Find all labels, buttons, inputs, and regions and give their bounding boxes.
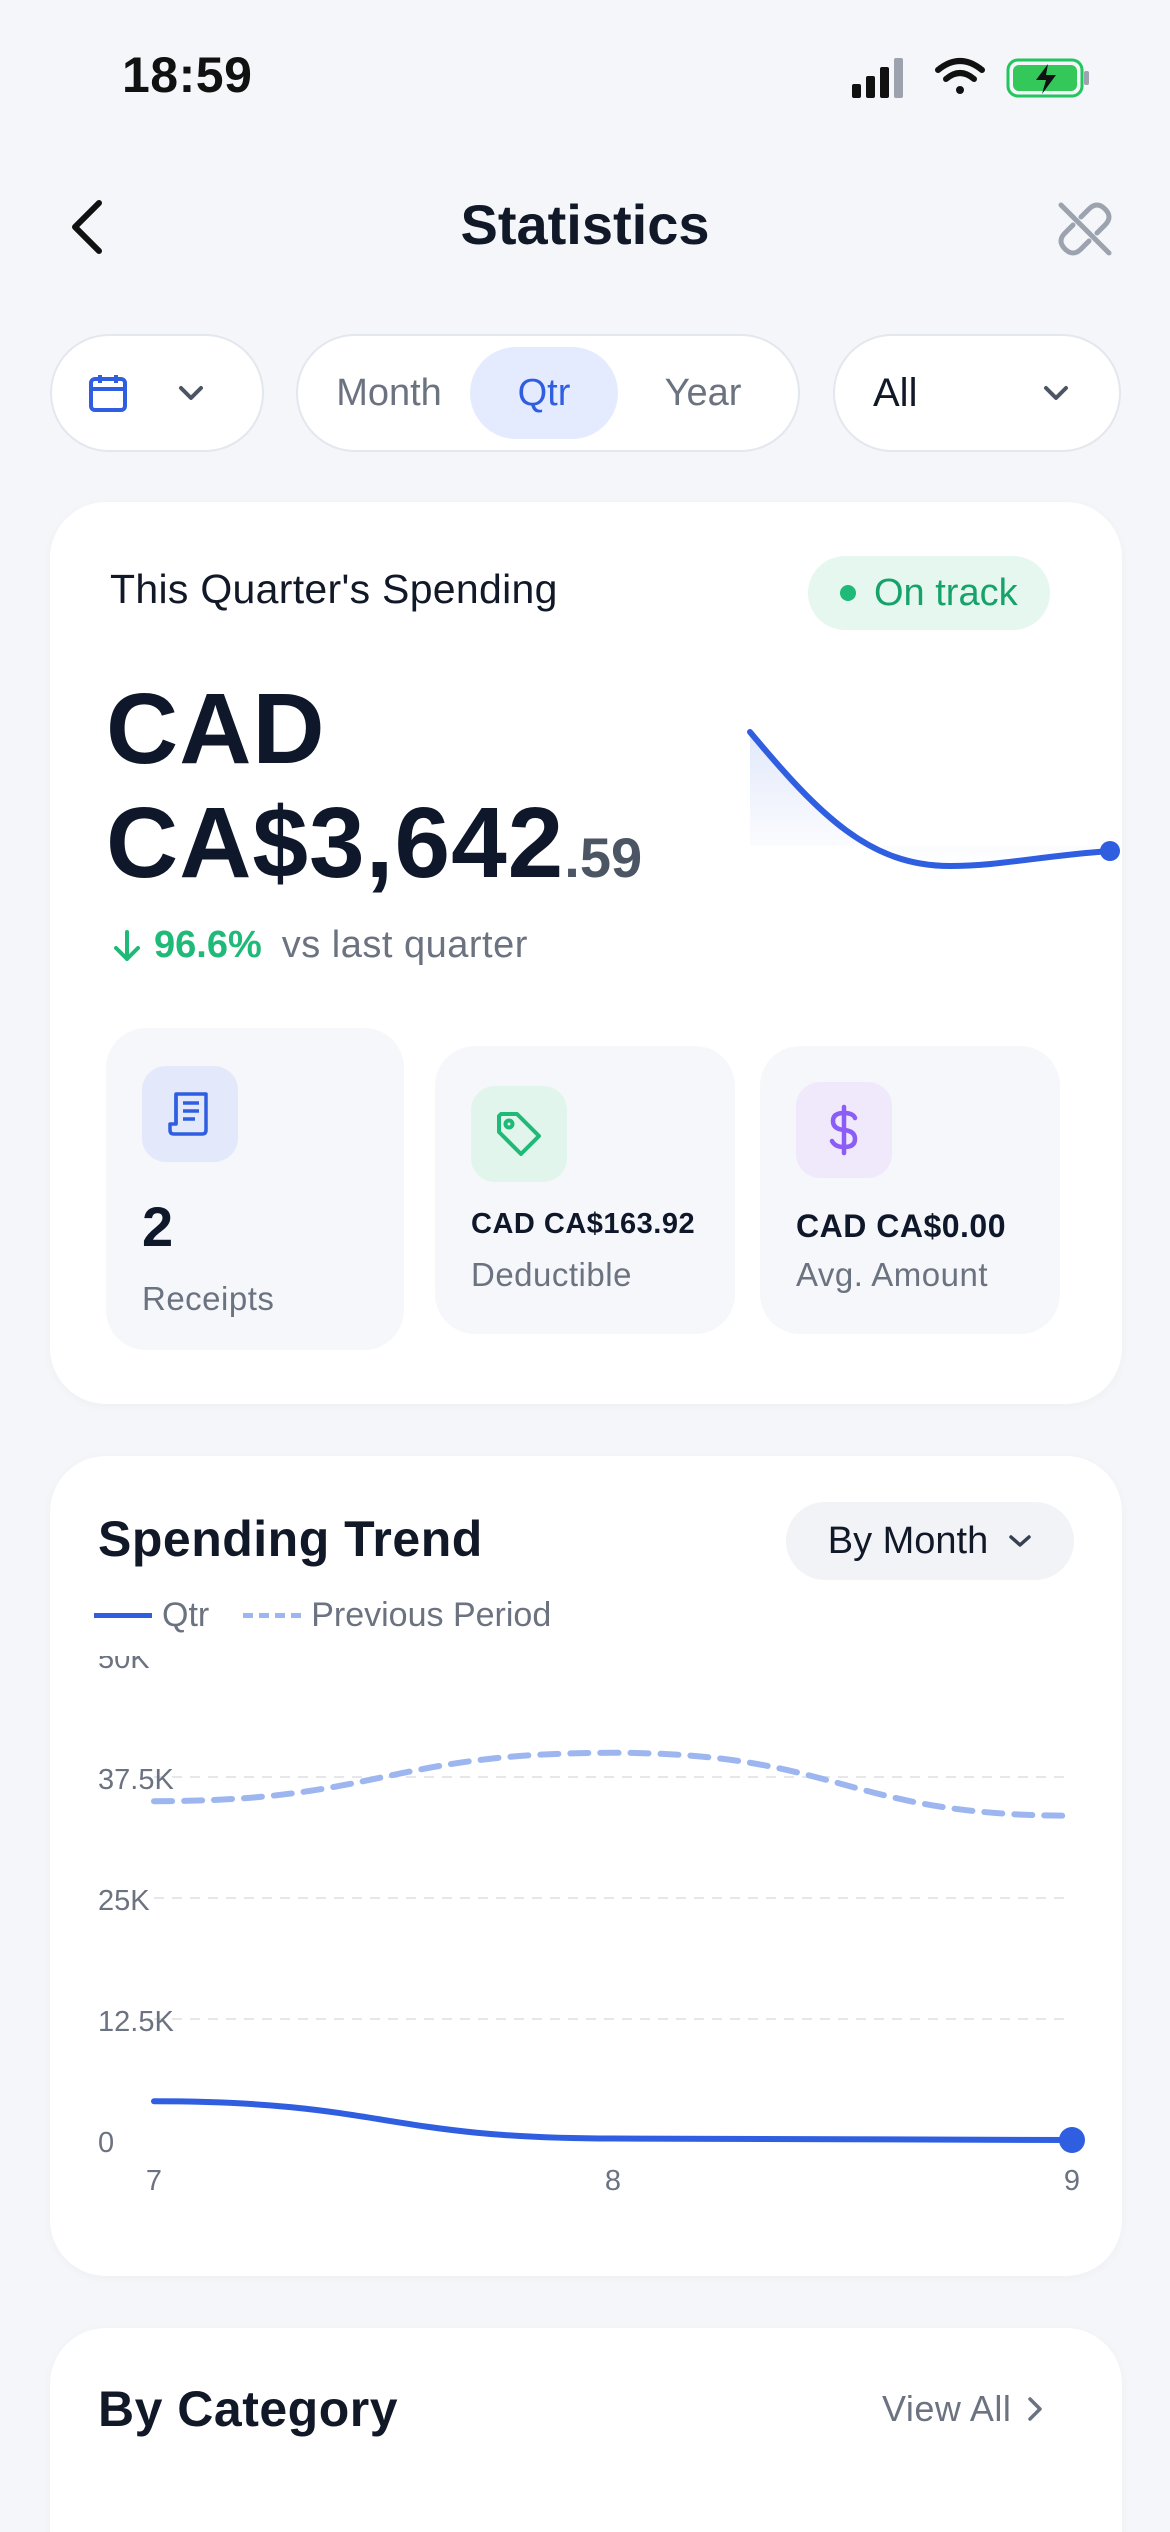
series-current-endpoint [1059, 2127, 1085, 2153]
chevron-down-icon [1009, 1535, 1032, 1547]
y-tick-label: 0 [98, 2127, 114, 2159]
legend-previous-swatch [243, 1613, 302, 1618]
scope-dropdown[interactable]: All [833, 334, 1121, 452]
signal-icon [852, 58, 903, 98]
receipts-label: Receipts [142, 1280, 275, 1317]
status-badge: On track [808, 556, 1050, 630]
x-tick-label: 9 [1064, 2165, 1080, 2197]
scope-value: All [873, 370, 918, 415]
arrow-down-icon [114, 929, 140, 961]
tag-icon [471, 1086, 567, 1182]
view-all-link[interactable]: View All [882, 2388, 1043, 2430]
calendar-icon [89, 375, 127, 412]
y-tick-label: 37.5K [98, 1764, 174, 1796]
change-text: vs last quarter [281, 924, 528, 966]
page-title: Statistics [460, 193, 710, 256]
sparkline [747, 729, 1120, 870]
unlink-icon [1058, 202, 1112, 256]
sparkline-area [750, 732, 1110, 866]
trend-title: Spending Trend [98, 1511, 483, 1567]
wifi-icon [935, 58, 985, 94]
change-row: 96.6% vs last quarter [112, 924, 528, 967]
status-time: 18:59 [122, 47, 253, 103]
group-by-dropdown[interactable]: By Month [786, 1502, 1074, 1580]
total-amount-cents: .59 [564, 826, 643, 889]
series-current-line [151, 2098, 1075, 2143]
period-segmented-control: Month Qtr Year [296, 334, 800, 452]
avg-amount-value: CAD CA$0.00 [796, 1208, 1007, 1244]
period-year[interactable]: Year [618, 347, 788, 439]
receipts-value: 2 [142, 1195, 174, 1258]
status-dot [840, 585, 856, 601]
period-month[interactable]: Month [308, 347, 470, 439]
battery-charging-icon [1006, 58, 1089, 98]
legend-current-swatch [94, 1613, 152, 1618]
receipt-icon [142, 1066, 238, 1162]
date-picker-button[interactable] [50, 334, 264, 452]
avg-amount-stat[interactable]: CAD CA$0.00 Avg. Amount [760, 1046, 1060, 1334]
legend-current-label: Qtr [162, 1596, 210, 1634]
deductible-value: CAD CA$163.92 [471, 1208, 696, 1240]
y-tick-label: 25K [98, 1885, 150, 1917]
x-tick-label: 7 [146, 2165, 162, 2197]
y-tick-label: 12.5K [98, 2006, 174, 2038]
unlink-button[interactable] [1052, 196, 1118, 262]
summary-title: This Quarter's Spending [110, 566, 558, 612]
legend-previous-label: Previous Period [311, 1596, 552, 1634]
spending-trend-chart: 0 12.5K 25K 37.5K 50K 7 8 9 [98, 1656, 1085, 2197]
dollar-icon [796, 1082, 892, 1178]
total-amount-currency: CAD [106, 673, 326, 785]
period-qtr[interactable]: Qtr [470, 347, 618, 439]
chevron-down-icon [179, 386, 203, 400]
group-by-value: By Month [827, 1519, 989, 1562]
by-category-card: By Category View All [50, 2328, 1122, 2532]
change-percent: 96.6% [154, 924, 262, 966]
total-amount: CAD CA$3,642.59 [106, 672, 642, 915]
category-title: By Category [98, 2381, 399, 2437]
spending-summary-card: This Quarter's Spending On track CAD CA$… [50, 502, 1122, 1404]
receipts-stat[interactable]: 2 Receipts [106, 1028, 404, 1350]
chevron-down-icon [1044, 386, 1068, 400]
total-amount-main: CA$3,642 [106, 787, 565, 899]
sparkline-endpoint [1100, 841, 1120, 861]
chevron-right-icon [1028, 2397, 1043, 2421]
y-tick-label: 50K [98, 1656, 150, 1675]
deductible-stat[interactable]: CAD CA$163.92 Deductible [435, 1046, 735, 1334]
view-all-label: View All [882, 2388, 1012, 2429]
deductible-label: Deductible [471, 1256, 632, 1293]
series-previous-line [151, 1749, 1075, 1819]
spending-trend-card: Spending Trend By Month Qtr Previous Per… [50, 1456, 1122, 2276]
status-badge-label: On track [874, 571, 1018, 614]
avg-amount-label: Avg. Amount [796, 1256, 989, 1293]
trend-legend: Qtr Previous Period [94, 1596, 551, 1635]
x-tick-label: 8 [605, 2165, 621, 2197]
status-icons [852, 58, 1089, 98]
